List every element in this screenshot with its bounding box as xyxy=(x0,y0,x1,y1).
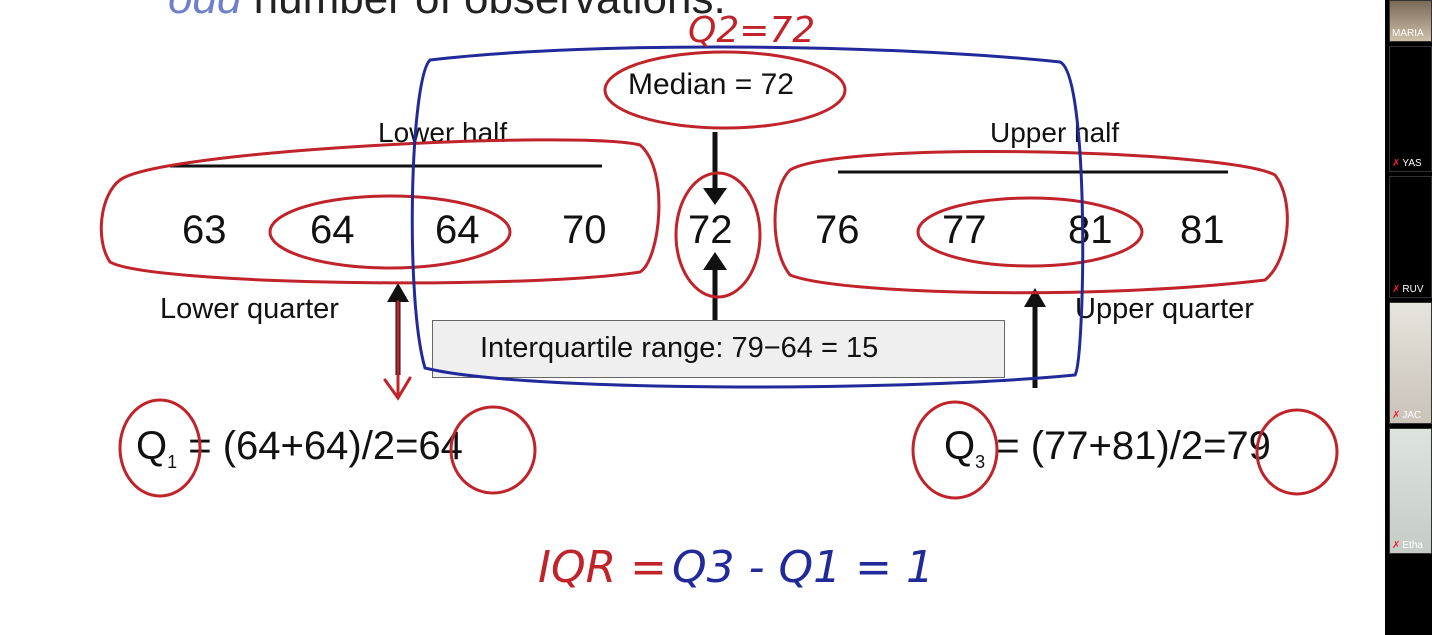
participant-tile[interactable]: ✗ YAS xyxy=(1389,46,1432,172)
participant-name: YAS xyxy=(1402,158,1422,169)
mic-muted-icon: ✗ xyxy=(1392,284,1401,295)
participant-gallery: MARIA ✗ YAS ✗ RUV ✗ JAC ✗ Etha xyxy=(1385,0,1432,635)
blue-ink xyxy=(410,45,1085,389)
slide-lines-and-ink xyxy=(99,45,1339,500)
mic-muted-icon: ✗ xyxy=(1392,410,1401,421)
q2-annotation: Q2=72 xyxy=(688,10,816,51)
shared-slide: odd number of observations. Lower half U… xyxy=(0,0,1385,635)
participant-tile[interactable]: MARIA xyxy=(1389,0,1432,42)
participant-name: MARIA xyxy=(1392,28,1424,39)
participant-tile[interactable]: ✗ JAC xyxy=(1389,302,1432,424)
participant-name: JAC xyxy=(1402,410,1422,421)
mic-muted-icon: ✗ xyxy=(1392,158,1401,169)
iqr-annotation-blue: Q3 - Q1 = 1 xyxy=(672,542,934,593)
participant-tile[interactable]: ✗ RUV xyxy=(1389,176,1432,298)
mic-muted-icon: ✗ xyxy=(1392,540,1401,551)
red-ink xyxy=(99,50,1339,500)
participant-name: RUV xyxy=(1402,284,1424,295)
participant-tile[interactable]: ✗ Etha xyxy=(1389,428,1432,554)
participant-name: Etha xyxy=(1402,540,1423,551)
iqr-annotation-red: IQR = xyxy=(538,542,668,593)
